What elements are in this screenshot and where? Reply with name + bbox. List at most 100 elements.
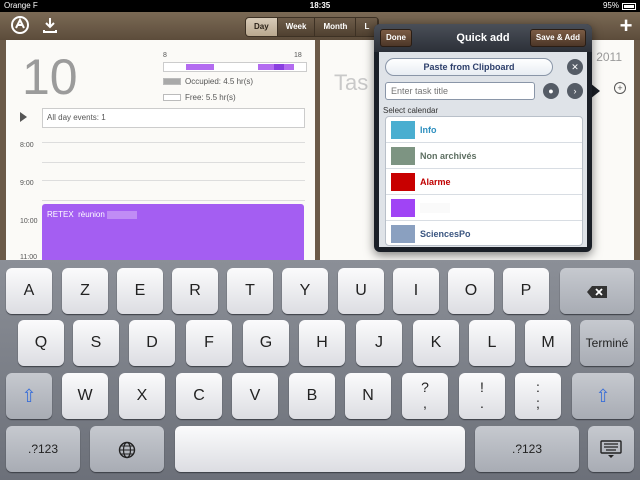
tab-month[interactable]: Month <box>315 18 357 36</box>
key-lower: , <box>423 395 427 411</box>
calendar-swatch <box>391 120 415 139</box>
status-bar: Orange F 18:35 95% <box>0 0 640 12</box>
hide-keyboard-key[interactable] <box>588 426 634 472</box>
save-and-add-button[interactable]: Save & Add <box>530 29 586 47</box>
free-legend: Free: 5.5 hr(s) <box>163 93 236 102</box>
key-j[interactable]: J <box>356 320 402 366</box>
task-title-input[interactable] <box>385 82 535 100</box>
numbers-key-right[interactable]: .?123 <box>475 426 579 472</box>
globe-key[interactable] <box>90 426 164 472</box>
key-h[interactable]: H <box>299 320 345 366</box>
key-f[interactable]: F <box>186 320 232 366</box>
calendar-event[interactable]: RETEX rèunion <box>42 204 304 264</box>
key-s[interactable]: S <box>73 320 119 366</box>
key-v[interactable]: V <box>232 373 278 419</box>
calendar-swatch <box>391 172 415 191</box>
shift-left-key[interactable]: ⇧ <box>6 373 52 419</box>
battery-indicator: 95% <box>603 0 636 12</box>
backspace-key[interactable] <box>560 268 634 314</box>
key-a[interactable]: A <box>6 268 52 314</box>
key-y[interactable]: Y <box>282 268 328 314</box>
key-question-comma[interactable]: ? , <box>402 373 448 419</box>
select-calendar-label: Select calendar <box>383 106 439 115</box>
calendar-swatch <box>391 146 415 165</box>
tab-week[interactable]: Week <box>277 18 316 36</box>
space-bar[interactable] <box>175 426 465 472</box>
event-subtitle: rèunion <box>78 210 105 219</box>
numbers-key-left[interactable]: .?123 <box>6 426 80 472</box>
globe-icon <box>118 441 136 459</box>
paste-clipboard-button[interactable]: Paste from Clipboard <box>385 58 553 76</box>
on-screen-keyboard: A Z E R T Y U I O P Q S D F G H J K L M … <box>0 260 640 480</box>
shift-icon: ⇧ <box>595 386 611 406</box>
key-p[interactable]: P <box>503 268 549 314</box>
all-day-events[interactable]: All day events: 1 <box>42 108 305 128</box>
free-swatch <box>163 94 181 101</box>
key-t[interactable]: T <box>227 268 273 314</box>
calendar-swatch <box>391 198 415 217</box>
contact-icon[interactable]: ● <box>543 83 559 99</box>
hour-label: 8:00 <box>20 142 34 149</box>
calendar-name: SciencesPo <box>420 228 471 239</box>
key-k[interactable]: K <box>413 320 459 366</box>
key-u[interactable]: U <box>338 268 384 314</box>
key-upper: ? <box>421 379 429 395</box>
key-r[interactable]: R <box>172 268 218 314</box>
hour-label: 10:00 <box>20 218 38 225</box>
key-z[interactable]: Z <box>62 268 108 314</box>
hour-line <box>42 200 305 201</box>
calendar-list: Info Non archivés Alarme SciencesPo <box>385 116 583 246</box>
expand-triangle-icon[interactable] <box>20 112 27 122</box>
scale-end: 18 <box>294 52 302 59</box>
key-exclaim-period[interactable]: ! . <box>459 373 505 419</box>
key-n[interactable]: N <box>345 373 391 419</box>
key-o[interactable]: O <box>448 268 494 314</box>
date-number: 10 <box>22 49 78 105</box>
day-view-page: 10 8 18 Occupied: 4.5 hr(s) Free: 5.5 hr… <box>6 40 315 264</box>
occupied-swatch <box>163 78 181 85</box>
key-d[interactable]: D <box>129 320 175 366</box>
tab-day[interactable]: Day <box>246 18 278 36</box>
clock: 18:35 <box>309 1 331 10</box>
app-logo-icon[interactable] <box>10 16 30 36</box>
clear-icon[interactable]: ✕ <box>567 59 583 75</box>
popover-header: Quick add Done Save & Add <box>374 24 592 52</box>
done-button[interactable]: Done <box>380 29 412 47</box>
popover-body: Paste from Clipboard ✕ ● › Select calend… <box>379 52 587 247</box>
calendar-item-alarme[interactable]: Alarme <box>386 169 582 195</box>
hour-line <box>42 142 305 143</box>
calendar-item-sciencespo[interactable]: SciencesPo <box>386 221 582 245</box>
calendar-name-redacted <box>420 202 450 213</box>
chevron-right-icon[interactable]: › <box>567 83 583 99</box>
key-g[interactable]: G <box>243 320 289 366</box>
key-q[interactable]: Q <box>18 320 64 366</box>
key-e[interactable]: E <box>117 268 163 314</box>
return-key[interactable]: Terminé <box>580 320 634 366</box>
key-i[interactable]: I <box>393 268 439 314</box>
key-c[interactable]: C <box>176 373 222 419</box>
key-upper: ! <box>480 379 484 395</box>
key-lower: ; <box>536 395 540 411</box>
backspace-icon <box>587 285 607 298</box>
view-segmented-control: Day Week Month L <box>245 17 380 37</box>
calendar-item-purple[interactable] <box>386 195 582 221</box>
calendar-item-non-archives[interactable]: Non archivés <box>386 143 582 169</box>
keyboard-hide-icon <box>600 440 622 458</box>
key-x[interactable]: X <box>119 373 165 419</box>
calendar-item-info[interactable]: Info <box>386 117 582 143</box>
key-lower: . <box>480 395 484 411</box>
tasks-title: Tas <box>334 70 369 95</box>
key-w[interactable]: W <box>62 373 108 419</box>
occupancy-bar <box>163 62 307 72</box>
key-l[interactable]: L <box>469 320 515 366</box>
key-b[interactable]: B <box>289 373 335 419</box>
event-redacted-text <box>107 210 138 219</box>
key-colon-semicolon[interactable]: : ; <box>515 373 561 419</box>
plus-icon[interactable]: + <box>616 15 636 37</box>
hour-line <box>42 162 305 163</box>
key-upper: : <box>536 379 540 395</box>
download-icon[interactable] <box>40 16 60 36</box>
add-task-icon[interactable]: + <box>614 82 626 94</box>
shift-right-key[interactable]: ⇧ <box>572 373 634 419</box>
key-m[interactable]: M <box>525 320 571 366</box>
